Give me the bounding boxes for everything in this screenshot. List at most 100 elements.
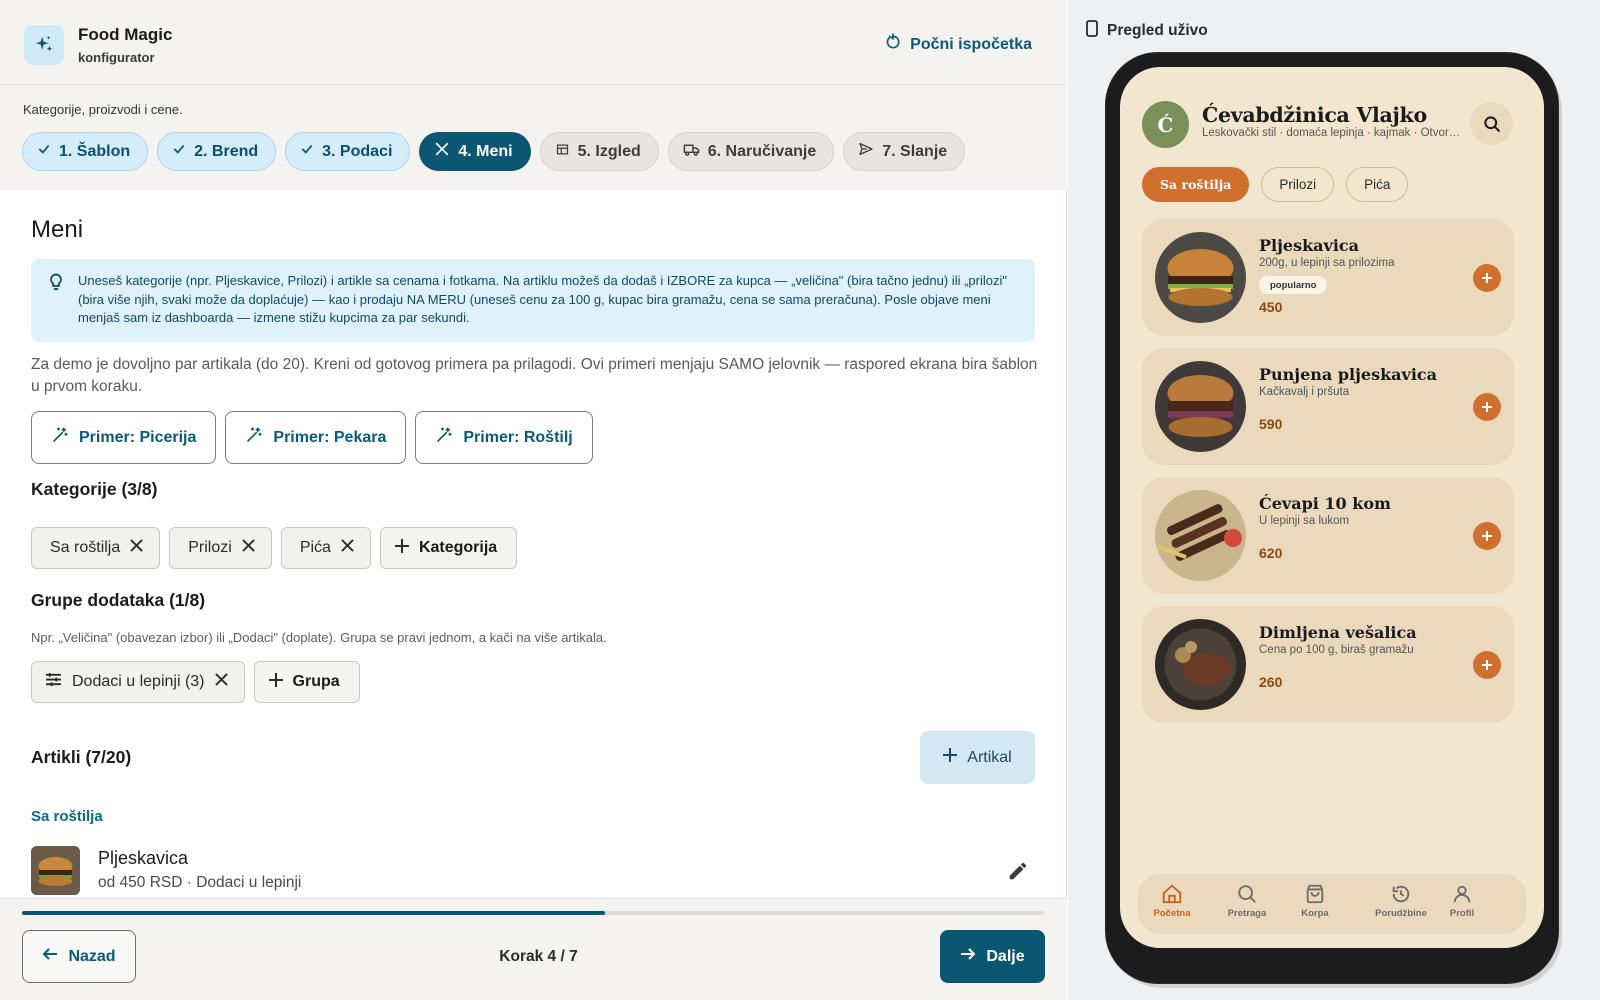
preview-tab-pica[interactable]: Pića [1346, 167, 1409, 202]
close-icon[interactable] [341, 539, 354, 557]
categories-title: Kategorije (3/8) [31, 479, 158, 499]
list-item[interactable]: Pljeskavica od 450 RSD · Dodaci u lepinj… [31, 846, 1041, 898]
top-bar: Food Magic konfigurator Počni ispočetka [0, 0, 1067, 85]
search-icon [1238, 885, 1256, 903]
add-item-button[interactable]: Artikal [920, 731, 1035, 784]
add-group-button[interactable]: Grupa [253, 661, 360, 703]
phone-screen: Ć Ćevabdžinica Vlajko Leskovački stil · … [1120, 67, 1544, 948]
card-description: Kačkavalj i pršuta [1259, 386, 1350, 398]
page-title: Meni [31, 216, 84, 243]
nav-porudzbine[interactable]: Porudžbine [1366, 883, 1436, 919]
layout-icon [555, 142, 570, 162]
card-description: 200g, u lepinji sa prilozima [1259, 257, 1395, 269]
category-chips: Sa roštilja Prilozi Pića Kategorija [31, 527, 518, 569]
steps-caption: Kategorije, proizvodi i cene. [23, 102, 183, 117]
popular-badge: popularno [1259, 276, 1328, 294]
menu-editor: Meni Uneseš kategorije (npr. Pljeskavice… [0, 190, 1067, 898]
item-category-label: Sa roštilja [31, 808, 103, 825]
app-subtitle: konfigurator [78, 50, 155, 65]
card-price: 450 [1259, 299, 1283, 315]
smartphone-icon [1086, 20, 1098, 42]
magic-wand-icon [435, 426, 453, 449]
card-price: 590 [1259, 416, 1283, 432]
group-chip[interactable]: Dodaci u lepinji (3) [31, 661, 245, 703]
refresh-icon [884, 33, 902, 56]
preview-category-tabs: Sa roštilja Prilozi Pića [1142, 167, 1409, 202]
plus-icon [268, 672, 283, 692]
nav-pocetna[interactable]: Početna [1137, 883, 1207, 919]
vesalica-image [1155, 619, 1246, 710]
check-icon [300, 142, 314, 161]
close-icon[interactable] [214, 673, 228, 691]
stepper: Kategorije, proizvodi i cene. 1. Šablon … [0, 85, 1067, 190]
next-button[interactable]: Dalje [940, 930, 1045, 983]
step-brend[interactable]: 2. Brend [157, 132, 277, 171]
example-rostilj-button[interactable]: Primer: Roštilj [415, 411, 593, 464]
item-name: Pljeskavica [98, 848, 189, 868]
cevapi-image [1155, 490, 1246, 581]
menu-card[interactable]: Ćevapi 10 kom U lepinji sa lukom 620 [1142, 477, 1514, 594]
restaurant-logo: Ć [1142, 101, 1189, 148]
stuffed-burger-image [1155, 361, 1246, 452]
card-title: Ćevapi 10 kom [1259, 494, 1391, 513]
add-to-cart-icon[interactable] [1473, 522, 1501, 550]
preview-tab-prilozi[interactable]: Prilozi [1261, 167, 1335, 202]
items-title: Artikli (7/20) [31, 747, 132, 767]
bag-icon [1306, 884, 1324, 904]
step-sablon[interactable]: 1. Šablon [22, 132, 149, 171]
restaurant-tagline: Leskovački stil · domaća lepinja · kajma… [1202, 127, 1464, 139]
progress-bar [22, 911, 1044, 915]
wizard-footer: Nazad Korak 4 / 7 Dalje [0, 898, 1067, 1000]
burger-image [1155, 232, 1246, 323]
groups-note: Npr. „Veličina" (obavezan izbor) ili „Do… [31, 630, 607, 645]
truck-icon [683, 142, 700, 162]
preview-tab-sa-rostilja[interactable]: Sa roštilja [1142, 167, 1250, 202]
menu-card[interactable]: Pljeskavica 200g, u lepinji sa prilozima… [1142, 219, 1514, 336]
home-icon [1162, 884, 1182, 904]
category-chip[interactable]: Sa roštilja [31, 527, 161, 569]
step-meni[interactable]: 4. Meni [419, 132, 531, 171]
demo-text: Za demo je dovoljno par artikala (do 20)… [31, 356, 1038, 395]
card-title: Pljeskavica [1259, 236, 1360, 255]
phone-frame: Ć Ćevabdžinica Vlajko Leskovački stil · … [1106, 53, 1558, 983]
card-price: 620 [1259, 545, 1283, 561]
pencil-icon[interactable] [1007, 860, 1029, 887]
example-pekara-button[interactable]: Primer: Pekara [225, 411, 407, 464]
example-buttons: Primer: Picerija Primer: Pekara Primer: … [31, 411, 593, 464]
nav-pretraga[interactable]: Pretraga [1212, 883, 1282, 919]
check-icon [172, 142, 186, 161]
card-description: Cena po 100 g, biraš gramažu [1259, 644, 1414, 656]
close-icon[interactable] [130, 539, 143, 557]
check-icon [37, 142, 51, 161]
close-icon[interactable] [242, 539, 255, 557]
nav-profil[interactable]: Profil [1427, 883, 1497, 919]
add-category-button[interactable]: Kategorija [379, 527, 518, 569]
restart-button[interactable]: Počni ispočetka [884, 33, 1032, 56]
add-to-cart-icon[interactable] [1473, 264, 1501, 292]
step-podaci[interactable]: 3. Podaci [285, 132, 411, 171]
step-slanje[interactable]: 7. Slanje [843, 132, 966, 171]
menu-card[interactable]: Dimljena vešalica Cena po 100 g, biraš g… [1142, 606, 1514, 723]
add-to-cart-icon[interactable] [1473, 393, 1501, 421]
add-to-cart-icon[interactable] [1473, 651, 1501, 679]
magic-wand-icon [245, 426, 263, 449]
magic-wand-icon [51, 426, 69, 449]
search-icon[interactable] [1470, 102, 1513, 145]
send-icon [858, 141, 874, 162]
step-counter: Korak 4 / 7 [499, 948, 578, 965]
sparkles-icon [24, 25, 64, 65]
bottom-nav: Početna Pretraga Korpa Porudžbine Profil [1137, 874, 1527, 934]
info-text: Uneseš kategorije (npr. Pljeskavice, Pri… [78, 273, 1007, 325]
card-title: Dimljena vešalica [1259, 623, 1417, 642]
example-picerija-button[interactable]: Primer: Picerija [31, 411, 217, 464]
item-thumbnail [31, 846, 80, 895]
step-izgled[interactable]: 5. Izgled [539, 132, 659, 171]
card-price: 260 [1259, 674, 1283, 690]
arrow-right-icon [960, 946, 976, 967]
category-chip[interactable]: Prilozi [169, 527, 272, 569]
user-icon [1453, 885, 1471, 903]
step-narucivanje[interactable]: 6. Naručivanje [667, 132, 835, 171]
menu-card[interactable]: Punjena pljeskavica Kačkavalj i pršuta 5… [1142, 348, 1514, 465]
category-chip[interactable]: Pića [280, 527, 371, 569]
nav-korpa[interactable]: Korpa [1280, 883, 1350, 919]
